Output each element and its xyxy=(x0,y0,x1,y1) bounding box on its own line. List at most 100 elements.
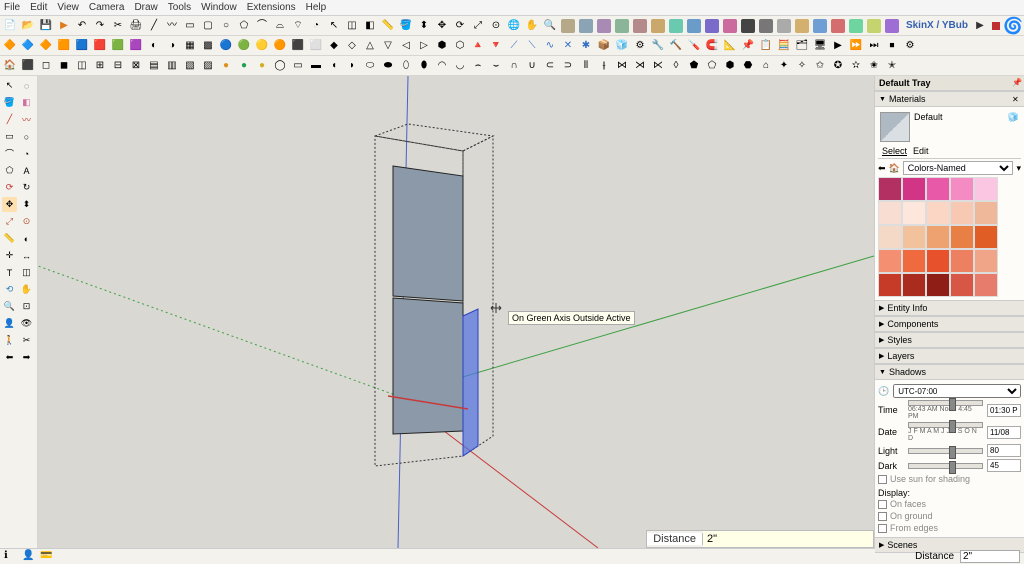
offset2-icon[interactable]: ⊙ xyxy=(19,214,34,229)
t2-21-icon[interactable]: △ xyxy=(362,38,378,54)
t2-44-icon[interactable]: 🧮 xyxy=(776,38,792,54)
menu-draw[interactable]: Draw xyxy=(134,2,157,13)
t3-38-icon[interactable]: ◊ xyxy=(668,58,684,74)
tray-pin-icon[interactable]: 📌 xyxy=(1012,78,1020,86)
ext10-icon[interactable] xyxy=(722,18,738,34)
pushpull2-icon[interactable]: ⬍ xyxy=(19,197,34,212)
t3-16-icon[interactable]: ◯ xyxy=(272,58,288,74)
t2-23-icon[interactable]: ◁ xyxy=(398,38,414,54)
shadow-toggle-icon[interactable]: 🕒 xyxy=(878,386,889,397)
t2-11-icon[interactable]: ▦ xyxy=(182,38,198,54)
t3-2-icon[interactable]: ⬛ xyxy=(20,58,36,74)
swatch-16[interactable] xyxy=(902,249,926,273)
swatch-23[interactable] xyxy=(950,273,974,297)
ext17-icon[interactable] xyxy=(848,18,864,34)
t2-40-icon[interactable]: 🧲 xyxy=(704,38,720,54)
freehand2-icon[interactable]: 〰 xyxy=(19,112,34,127)
t2-34-icon[interactable]: 📦 xyxy=(596,38,612,54)
polygon-tool-icon[interactable]: ⬠ xyxy=(2,163,17,178)
time-value[interactable] xyxy=(987,404,1021,417)
t2-24-icon[interactable]: ▷ xyxy=(416,38,432,54)
dark-slider[interactable] xyxy=(908,463,983,469)
ext6-icon[interactable] xyxy=(650,18,666,34)
swatch-1[interactable] xyxy=(902,177,926,201)
walk-icon[interactable]: 🚶 xyxy=(2,333,17,348)
materials-tab-edit[interactable]: Edit xyxy=(913,146,929,156)
t3-14-icon[interactable]: ● xyxy=(236,58,252,74)
t3-22-icon[interactable]: ⬬ xyxy=(380,58,396,74)
section2-icon[interactable]: ✂ xyxy=(19,333,34,348)
t3-13-icon[interactable]: ● xyxy=(218,58,234,74)
t3-44-icon[interactable]: ✦ xyxy=(776,58,792,74)
select-tool-icon[interactable]: ↖ xyxy=(2,78,17,93)
record-icon[interactable] xyxy=(992,22,1000,30)
line-tool-icon[interactable]: ╱ xyxy=(146,18,162,34)
swatch-19[interactable] xyxy=(974,249,998,273)
t2-16-icon[interactable]: 🟠 xyxy=(272,38,288,54)
tape2-icon[interactable]: 📏 xyxy=(2,231,17,246)
section-icon[interactable]: ◫ xyxy=(19,265,34,280)
pie-tool-icon[interactable]: ◔ xyxy=(19,146,34,161)
ext7-icon[interactable] xyxy=(668,18,684,34)
swatch-7[interactable] xyxy=(926,201,950,225)
swatch-2[interactable] xyxy=(926,177,950,201)
t3-48-icon[interactable]: ✫ xyxy=(848,58,864,74)
t2-5-icon[interactable]: 🟦 xyxy=(74,38,90,54)
swatch-8[interactable] xyxy=(950,201,974,225)
paint-tool-icon[interactable]: 🪣 xyxy=(2,95,17,110)
timezone-select[interactable]: UTC-07:00 xyxy=(893,384,1021,398)
t2-35-icon[interactable]: 🧊 xyxy=(614,38,630,54)
t3-37-icon[interactable]: ⋉ xyxy=(650,58,666,74)
t2-38-icon[interactable]: 🔨 xyxy=(668,38,684,54)
t2-43-icon[interactable]: 📋 xyxy=(758,38,774,54)
t3-12-icon[interactable]: ▨ xyxy=(200,58,216,74)
details-icon[interactable]: ▾ xyxy=(1016,163,1021,174)
swatch-21[interactable] xyxy=(902,273,926,297)
t2-18-icon[interactable]: ⬜ xyxy=(308,38,324,54)
t2-6-icon[interactable]: 🟥 xyxy=(92,38,108,54)
ext9-icon[interactable] xyxy=(704,18,720,34)
paint-icon[interactable]: 🪣 xyxy=(398,18,414,34)
materials-panel-header[interactable]: ▼ Materials ✕ xyxy=(875,91,1024,107)
text-icon[interactable]: T xyxy=(2,265,17,280)
t3-5-icon[interactable]: ◫ xyxy=(74,58,90,74)
credit-icon[interactable]: 💳 xyxy=(40,550,54,564)
ext14-icon[interactable] xyxy=(794,18,810,34)
t2-48-icon[interactable]: ⏩ xyxy=(848,38,864,54)
rectangle-icon[interactable]: ▭ xyxy=(182,18,198,34)
rounded-rect-icon[interactable]: ▢ xyxy=(200,18,216,34)
polygon-icon[interactable]: ⬠ xyxy=(236,18,252,34)
swatch-13[interactable] xyxy=(950,225,974,249)
swatch-0[interactable] xyxy=(878,177,902,201)
swatch-15[interactable] xyxy=(878,249,902,273)
swatch-3[interactable] xyxy=(950,177,974,201)
followme-icon[interactable]: ↻ xyxy=(19,180,34,195)
t2-46-icon[interactable]: 🖥 xyxy=(812,38,828,54)
t3-34-icon[interactable]: ⫲ xyxy=(596,58,612,74)
menu-camera[interactable]: Camera xyxy=(89,2,125,13)
t3-36-icon[interactable]: ⋊ xyxy=(632,58,648,74)
shadows-header[interactable]: ▼Shadows xyxy=(875,364,1024,380)
back-icon[interactable]: ⬅ xyxy=(878,163,886,174)
t3-24-icon[interactable]: ⬮ xyxy=(416,58,432,74)
select-icon[interactable]: ↖ xyxy=(326,18,342,34)
rotate-icon[interactable]: ⟳ xyxy=(452,18,468,34)
t3-20-icon[interactable]: ◗ xyxy=(344,58,360,74)
t2-8-icon[interactable]: 🟪 xyxy=(128,38,144,54)
save-icon[interactable]: 💾 xyxy=(38,18,54,34)
pan-icon[interactable]: ✋ xyxy=(524,18,540,34)
t2-31-icon[interactable]: ∿ xyxy=(542,38,558,54)
t3-17-icon[interactable]: ▭ xyxy=(290,58,306,74)
t3-19-icon[interactable]: ◖ xyxy=(326,58,342,74)
close-icon[interactable]: ✕ xyxy=(1012,95,1020,103)
t3-39-icon[interactable]: ⬟ xyxy=(686,58,702,74)
menu-view[interactable]: View xyxy=(57,2,79,13)
lasso-tool-icon[interactable]: ◌ xyxy=(19,78,34,93)
t2-12-icon[interactable]: ▩ xyxy=(200,38,216,54)
3dtext-icon[interactable]: A xyxy=(19,163,34,178)
light-value[interactable] xyxy=(987,444,1021,457)
t3-28-icon[interactable]: ⌣ xyxy=(488,58,504,74)
t2-36-icon[interactable]: ⚙ xyxy=(632,38,648,54)
t3-43-icon[interactable]: ⌂ xyxy=(758,58,774,74)
t2-7-icon[interactable]: 🟩 xyxy=(110,38,126,54)
